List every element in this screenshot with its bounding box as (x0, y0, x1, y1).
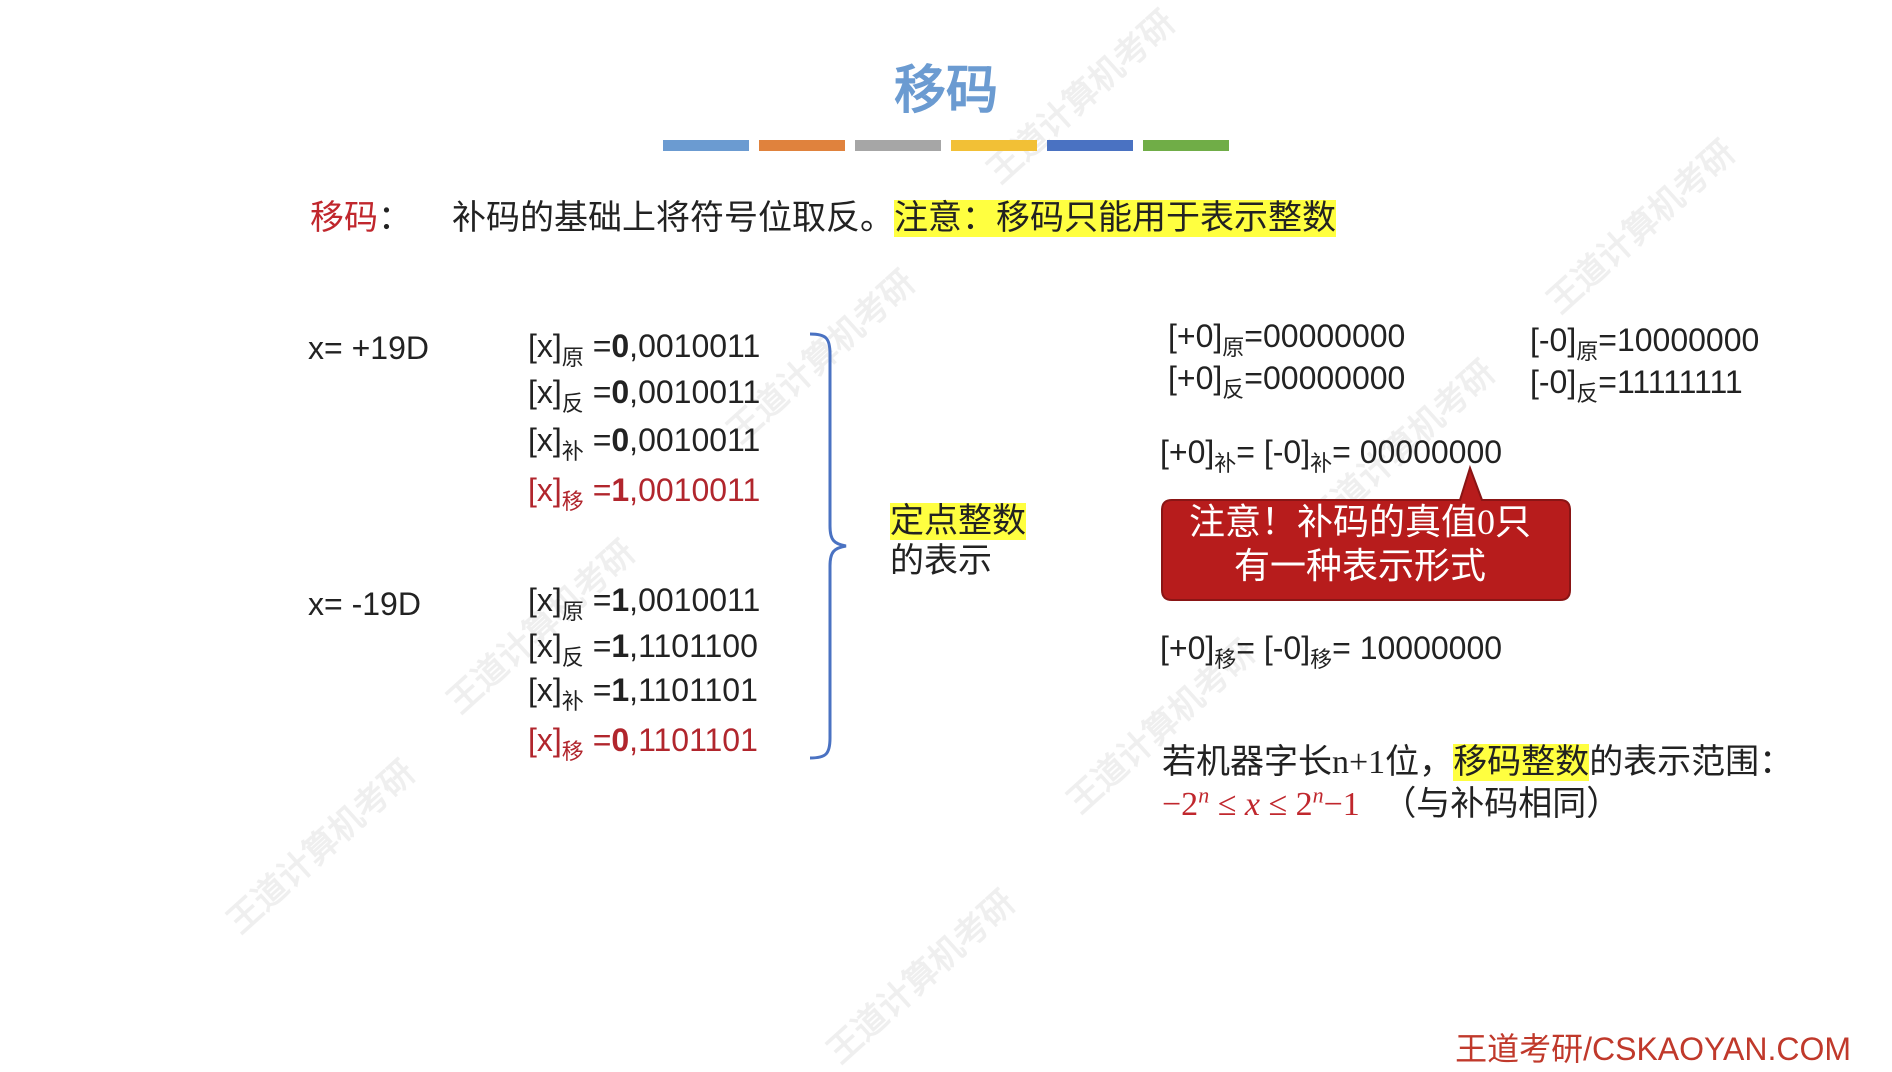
right-brace-icon (809, 332, 847, 760)
slide-title: 移码 (893, 63, 998, 120)
code-row-pos-bu: [x]补 =0,0010011 (528, 422, 761, 464)
title-bar-1 (663, 140, 749, 151)
range-formula-math: −2n ≤ x ≤ 2n−1 (1162, 782, 1360, 823)
definition-term: 移码 (310, 200, 378, 237)
callout-text: 注意！补码的真值0只 有一种表示形式 (1160, 500, 1560, 588)
title-color-bars (663, 140, 1229, 152)
plus-zero-fan: [+0]反=00000000 (1168, 360, 1406, 402)
plus-zero-yuan: [+0]原=00000000 (1168, 318, 1406, 360)
definition-text: 补码的基础上将符号位取反。 (452, 200, 894, 237)
code-row-pos-fan: [x]反 =0,0010011 (528, 374, 761, 416)
footer-brand: 王道考研/CSKAOYAN.COM (1455, 1031, 1851, 1067)
callout-line-2: 有一种表示形式 (1233, 546, 1486, 586)
title-bar-4 (951, 140, 1037, 151)
code-row-pos-yuan: [x]原 =0,0010011 (528, 328, 761, 370)
definition-note: 注意：移码只能用于表示整数 (894, 200, 1336, 237)
code-row-pos-yi: [x]移 =1,0010011 (528, 472, 761, 514)
minus-zero-fan: [-0]反=11111111 (1530, 364, 1743, 406)
title-bar-5 (1047, 140, 1133, 151)
brace-label-rest: 的表示 (890, 543, 992, 580)
code-row-neg-yi: [x]移 =0,1101101 (528, 722, 758, 764)
range-formula-note: （与补码相同） (1382, 786, 1621, 823)
watermark-text: 王道计算机考研 (220, 753, 423, 941)
x-negative-label: x= -19D (308, 586, 421, 622)
range-formula: −2n ≤ x ≤ 2n−1 （与补码相同） (1162, 776, 1620, 825)
callout-line-1: 注意！补码的真值0只 (1188, 502, 1531, 542)
code-row-neg-fan: [x]反 =1,1101100 (528, 628, 758, 670)
definition-line: 移码： 补码的基础上将符号位取反。注意：移码只能用于表示整数 (310, 190, 1336, 239)
definition-term-sep: ： (378, 200, 412, 237)
title-bar-3 (855, 140, 941, 151)
code-row-neg-bu: [x]补 =1,1101101 (528, 672, 758, 714)
brace-label: 定点整数 的表示 (890, 502, 1026, 582)
brace-label-highlight: 定点整数 (890, 503, 1026, 540)
zero-yi-line: [+0]移= [-0]移= 10000000 (1160, 630, 1503, 672)
watermark-text: 王道计算机考研 (1540, 133, 1743, 321)
minus-zero-yuan: [-0]原=10000000 (1530, 322, 1760, 364)
code-row-neg-yuan: [x]原 =1,0010011 (528, 582, 761, 624)
title-bar-6 (1143, 140, 1229, 151)
x-positive-label: x= +19D (308, 330, 429, 366)
title-bar-2 (759, 140, 845, 151)
watermark-text: 王道计算机考研 (820, 883, 1023, 1071)
